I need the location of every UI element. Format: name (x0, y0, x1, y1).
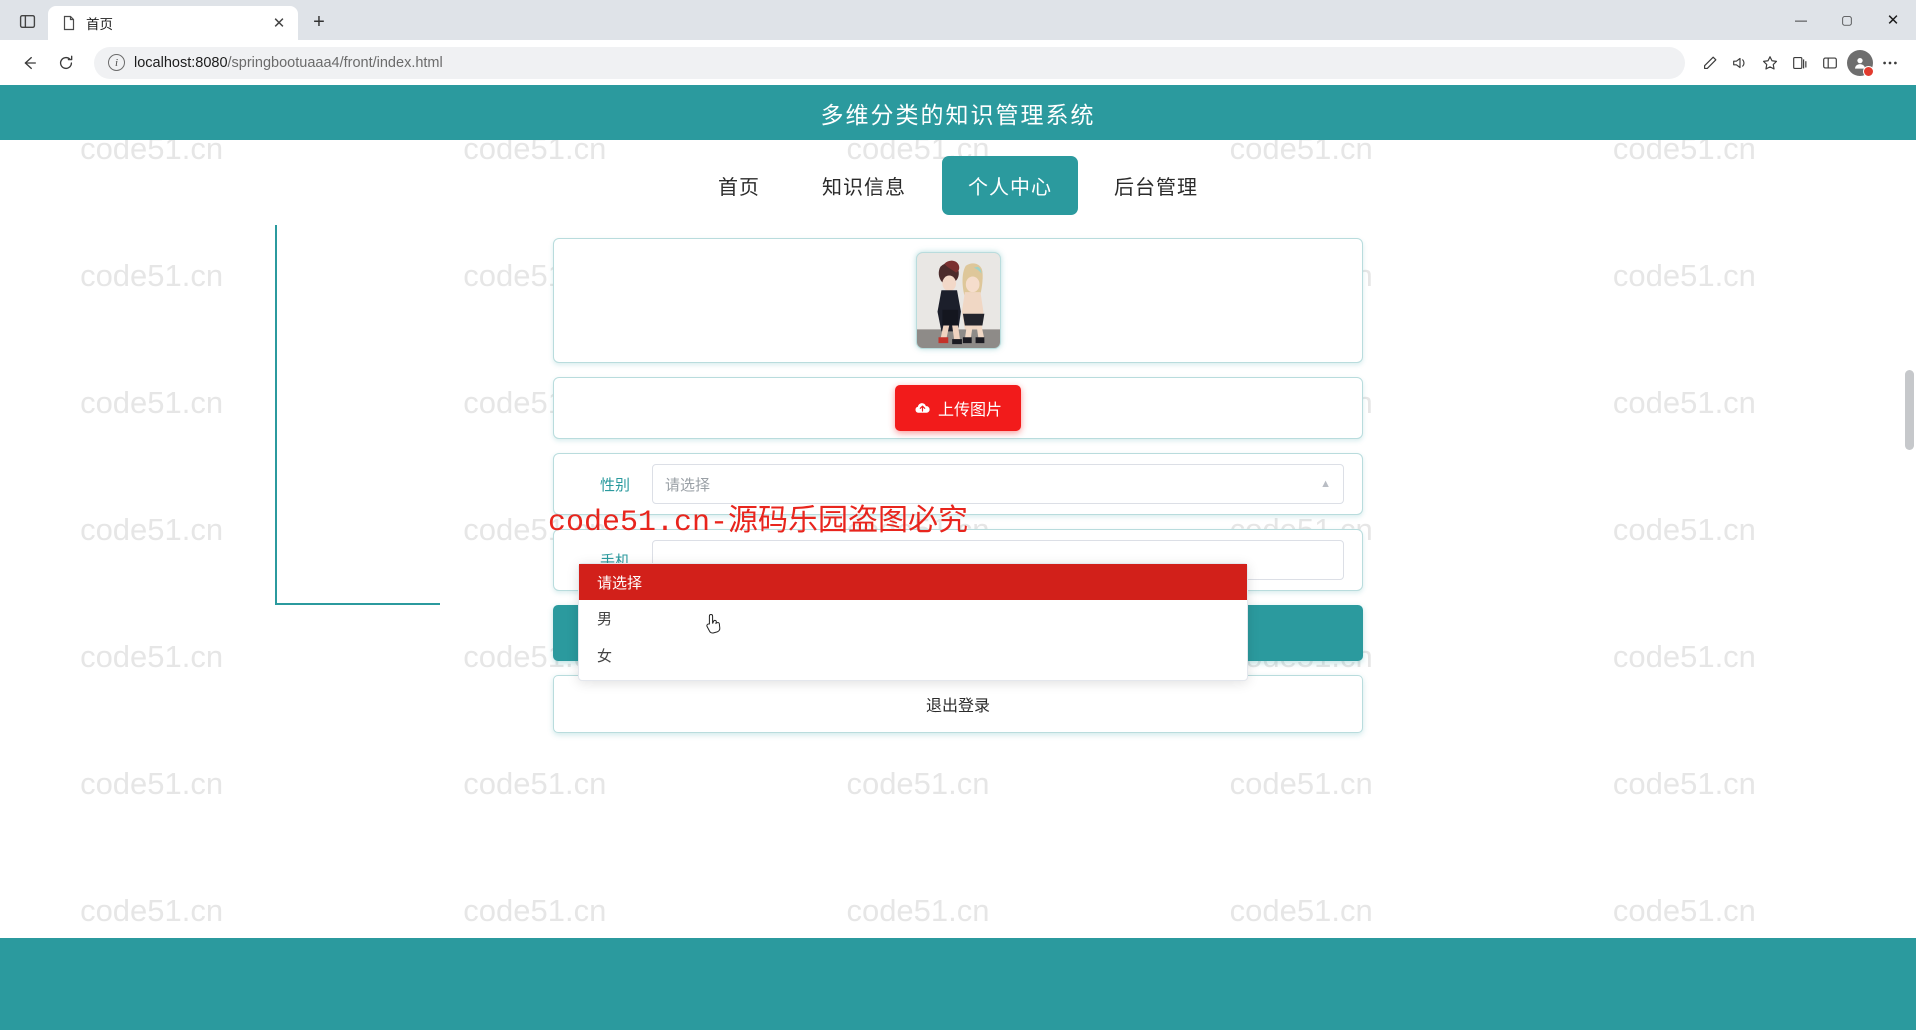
gender-selected-value: 请选择 (665, 476, 711, 494)
watermark-tile: code51.cn (80, 384, 224, 420)
site-info-icon[interactable]: i (108, 54, 125, 71)
watermark-tile: code51.cn (80, 765, 224, 801)
main-navigation: 首页 知识信息 个人中心 后台管理 (0, 140, 1916, 230)
watermark-tile: code51.cn (1229, 765, 1373, 801)
nav-item-knowledge[interactable]: 知识信息 (796, 156, 932, 215)
chevron-up-icon: ▲ (1320, 478, 1331, 490)
browser-tab[interactable]: 首页 ✕ (48, 6, 298, 40)
profile-avatar[interactable] (1846, 49, 1874, 77)
page-viewport: code51.cn code51.cn code51.cn code51.cn … (0, 85, 1916, 1030)
gender-dropdown-panel: 请选择 男 女 (578, 563, 1248, 681)
collections-icon[interactable] (1786, 49, 1814, 77)
avatar-preview-image (915, 252, 1001, 349)
watermark-tile: code51.cn (1612, 384, 1756, 420)
watermark-tile: code51.cn (846, 765, 990, 801)
back-button[interactable] (12, 46, 46, 80)
address-bar[interactable]: i localhost:8080/springbootuaaa4/front/i… (94, 46, 1685, 79)
avatar-circle (1847, 49, 1874, 77)
watermark-tile: code51.cn (1612, 765, 1756, 801)
watermark-tile: code51.cn (80, 257, 224, 293)
tab-strip: 首页 ✕ + — ▢ ✕ (0, 0, 1916, 40)
tab-close-icon[interactable]: ✕ (268, 12, 290, 34)
window-maximize-button[interactable]: ▢ (1824, 0, 1870, 40)
watermark-tile: code51.cn (463, 765, 607, 801)
url-text: localhost:8080/springbootuaaa4/front/ind… (134, 55, 443, 71)
watermark-tile: code51.cn (1612, 892, 1756, 928)
nav-item-admin[interactable]: 后台管理 (1088, 156, 1224, 215)
reload-button[interactable] (49, 46, 83, 80)
decorative-bracket (275, 225, 440, 605)
avatar-row (553, 238, 1363, 363)
browser-essentials-icon[interactable] (1816, 49, 1844, 77)
browser-window: 首页 ✕ + — ▢ ✕ i localhost:8080/springboot… (0, 0, 1916, 1030)
toolbar-actions (1696, 49, 1904, 77)
watermark-tile: code51.cn (1612, 257, 1756, 293)
read-aloud-icon[interactable] (1726, 49, 1754, 77)
dropdown-option-male[interactable]: 男 (579, 600, 1247, 637)
more-options-icon[interactable] (1876, 49, 1904, 77)
upload-row: 上传图片 (553, 377, 1363, 439)
watermark-tile: code51.cn (80, 511, 224, 547)
watermark-tile: code51.cn (846, 892, 990, 928)
footer-band (0, 938, 1916, 1030)
watermark-tile: code51.cn (80, 892, 224, 928)
watermark-tile: code51.cn (1612, 638, 1756, 674)
tab-search-button[interactable] (6, 4, 48, 38)
watermark-tile: code51.cn (463, 892, 607, 928)
nav-item-home[interactable]: 首页 (692, 156, 786, 215)
favorite-star-icon[interactable] (1756, 49, 1784, 77)
upload-image-button[interactable]: 上传图片 (894, 385, 1021, 431)
window-close-button[interactable]: ✕ (1870, 0, 1916, 40)
browser-toolbar: i localhost:8080/springbootuaaa4/front/i… (0, 40, 1916, 85)
edit-pen-icon[interactable] (1696, 49, 1724, 77)
anime-avatar-illustration (916, 253, 1000, 348)
mouse-cursor-pointer (706, 613, 721, 634)
watermark-tile: code51.cn (1229, 892, 1373, 928)
window-controls: — ▢ ✕ (1778, 0, 1916, 40)
cloud-upload-icon (915, 402, 930, 413)
panel-icon (19, 14, 35, 28)
logout-row: 退出登录 (553, 675, 1363, 733)
watermark-tile: code51.cn (1612, 511, 1756, 547)
watermark-tile: code51.cn (80, 638, 224, 674)
piracy-watermark-text: code51.cn-源码乐园盗图必究 (548, 506, 969, 540)
url-host: localhost:8080 (134, 54, 228, 71)
window-minimize-button[interactable]: — (1778, 0, 1824, 40)
dropdown-option-placeholder[interactable]: 请选择 (579, 564, 1247, 600)
dropdown-option-female[interactable]: 女 (579, 637, 1247, 674)
site-header: 多维分类的知识管理系统 (0, 85, 1916, 140)
nav-item-personal-center[interactable]: 个人中心 (942, 155, 1078, 215)
new-tab-button[interactable]: + (304, 7, 334, 37)
page-scrollbar-thumb[interactable] (1905, 370, 1914, 450)
page-title: 多维分类的知识管理系统 (820, 101, 1096, 128)
arrow-left-icon (24, 56, 36, 69)
gender-label: 性别 (599, 476, 630, 494)
url-path: /springbootuaaa4/front/index.html (227, 54, 443, 71)
logout-button[interactable]: 退出登录 (553, 675, 1363, 733)
tab-title: 首页 (86, 17, 113, 32)
reload-icon (59, 55, 73, 69)
page-favicon-icon (61, 15, 77, 31)
upload-image-label: 上传图片 (937, 402, 1002, 419)
